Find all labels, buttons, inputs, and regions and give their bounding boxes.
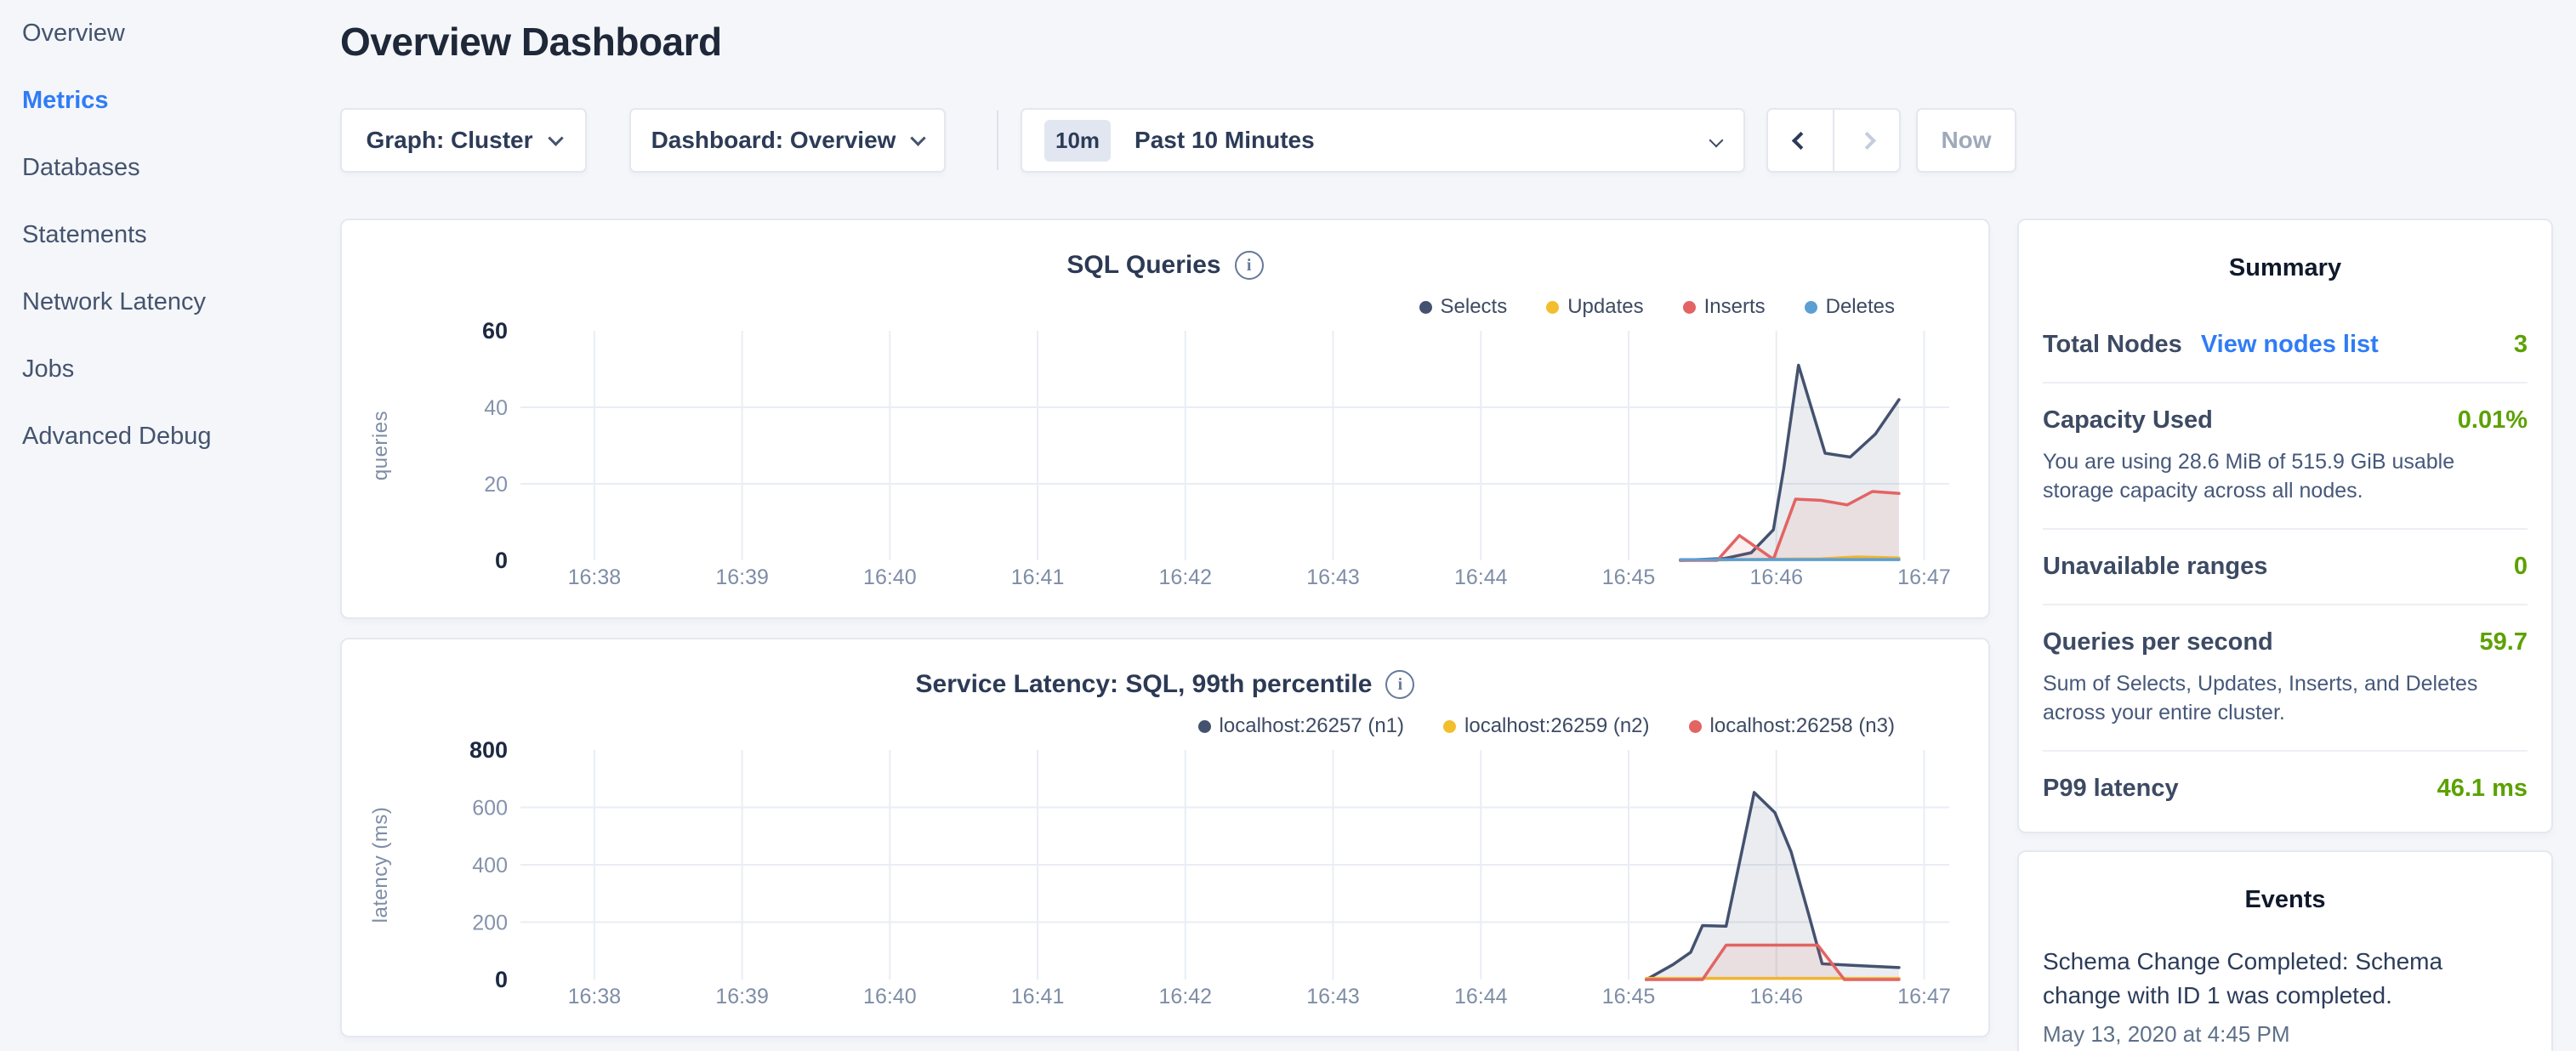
summary-row-value: 0.01%	[2458, 406, 2528, 435]
sidebar-item-advanced-debug[interactable]: Advanced Debug	[0, 403, 340, 470]
graph-scope-dropdown-label: Graph: Cluster	[366, 127, 532, 154]
svg-text:60: 60	[482, 318, 508, 344]
time-pager	[1766, 108, 1901, 173]
svg-text:16:46: 16:46	[1749, 565, 1803, 589]
summary-panel: Summary Total Nodes View nodes list 3 Ca…	[2017, 219, 2553, 833]
svg-text:40: 40	[484, 396, 508, 420]
chevron-right-icon	[1857, 131, 1875, 149]
info-icon[interactable]: i	[1385, 670, 1414, 699]
chart-title: SQL Queries	[1066, 251, 1220, 280]
page-title: Overview Dashboard	[340, 19, 722, 65]
event-item: Schema Change Completed: Schema change w…	[2019, 914, 2551, 1048]
summary-row-label: Queries per second	[2043, 628, 2273, 656]
svg-text:16:47: 16:47	[1897, 565, 1951, 589]
summary-row-capacity-used: Capacity Used 0.01% You are using 28.6 M…	[2043, 383, 2528, 530]
summary-row-label: Capacity Used	[2043, 406, 2213, 435]
svg-text:16:42: 16:42	[1159, 565, 1213, 589]
graph-scope-dropdown[interactable]: Graph: Cluster	[340, 108, 587, 173]
events-panel-title: Events	[2019, 852, 2551, 914]
info-icon[interactable]: i	[1235, 251, 1264, 280]
svg-text:16:43: 16:43	[1306, 565, 1360, 589]
chevron-left-icon	[1791, 131, 1809, 149]
summary-row-value: 3	[2514, 331, 2528, 359]
next-time-button[interactable]	[1833, 110, 1899, 171]
svg-text:0: 0	[495, 548, 508, 573]
summary-row-total-nodes: Total Nodes View nodes list 3	[2043, 308, 2528, 383]
summary-row-label: P99 latency	[2043, 775, 2179, 803]
svg-text:600: 600	[472, 797, 508, 821]
sidebar-item-network-latency[interactable]: Network Latency	[0, 269, 340, 336]
svg-text:16:45: 16:45	[1602, 565, 1656, 589]
svg-text:16:44: 16:44	[1454, 985, 1508, 1008]
overview-dashboard-page: Overview Metrics Databases Statements Ne…	[0, 0, 2576, 1051]
summary-row-description: You are using 28.6 MiB of 515.9 GiB usab…	[2043, 448, 2528, 505]
summary-row-queries-per-second: Queries per second 59.7 Sum of Selects, …	[2043, 605, 2528, 752]
sql-queries-chart-card: SQL Queries i SelectsUpdatesInsertsDelet…	[340, 219, 1990, 619]
summary-row-value: 59.7	[2480, 628, 2528, 656]
sidebar-item-jobs[interactable]: Jobs	[0, 336, 340, 403]
chevron-down-icon	[1709, 134, 1724, 148]
svg-text:16:40: 16:40	[863, 985, 917, 1008]
sidebar: Overview Metrics Databases Statements Ne…	[0, 0, 340, 1051]
svg-text:16:38: 16:38	[568, 985, 622, 1008]
service-latency-chart-card: Service Latency: SQL, 99th percentile i …	[340, 638, 1990, 1037]
now-button[interactable]: Now	[1916, 108, 2016, 173]
svg-text:16:39: 16:39	[715, 985, 769, 1008]
dashboard-dropdown-label: Dashboard: Overview	[651, 127, 896, 154]
svg-text:0: 0	[495, 967, 508, 992]
svg-text:16:42: 16:42	[1159, 985, 1213, 1008]
view-nodes-list-link[interactable]: View nodes list	[2201, 331, 2379, 359]
time-range-label: Past 10 Minutes	[1134, 127, 1315, 154]
sidebar-item-overview[interactable]: Overview	[0, 0, 340, 67]
svg-text:20: 20	[484, 473, 508, 497]
prev-time-button[interactable]	[1768, 110, 1833, 171]
svg-text:16:47: 16:47	[1897, 985, 1951, 1008]
svg-text:16:38: 16:38	[568, 565, 622, 589]
summary-row-label: Unavailable ranges	[2043, 553, 2267, 581]
time-range-badge: 10m	[1044, 120, 1111, 162]
svg-text:16:46: 16:46	[1749, 985, 1803, 1008]
summary-row-value: 0	[2514, 553, 2528, 581]
sql-queries-chart[interactable]: 16:38 16:39 16:40 16:41 16:42 16:43 16:44 16:45…	[342, 312, 1992, 611]
summary-row-description: Sum of Selects, Updates, Inserts, and De…	[2043, 670, 2528, 727]
sidebar-item-statements[interactable]: Statements	[0, 202, 340, 269]
svg-text:16:40: 16:40	[863, 565, 917, 589]
summary-row-value: 46.1 ms	[2437, 775, 2528, 803]
summary-row-p99-latency: P99 latency 46.1 ms	[2043, 752, 2528, 826]
svg-text:16:41: 16:41	[1011, 565, 1065, 589]
svg-text:16:41: 16:41	[1011, 985, 1065, 1008]
toolbar-divider	[997, 111, 998, 170]
summary-panel-title: Summary	[2019, 220, 2551, 282]
svg-text:16:45: 16:45	[1602, 985, 1656, 1008]
svg-text:800: 800	[469, 737, 508, 763]
now-button-label: Now	[1941, 127, 1991, 154]
chart-title: Service Latency: SQL, 99th percentile	[916, 670, 1373, 699]
svg-text:16:44: 16:44	[1454, 565, 1508, 589]
sidebar-item-databases[interactable]: Databases	[0, 134, 340, 202]
chevron-down-icon	[911, 130, 926, 145]
svg-text:16:43: 16:43	[1306, 985, 1360, 1008]
time-range-dropdown[interactable]: 10m Past 10 Minutes	[1021, 108, 1745, 173]
service-latency-chart[interactable]: 16:38 16:39 16:40 16:41 16:42 16:43 16:44 16:45…	[342, 731, 1992, 1031]
summary-row-unavailable-ranges: Unavailable ranges 0	[2043, 530, 2528, 605]
chevron-down-icon	[548, 130, 563, 145]
summary-row-label: Total Nodes	[2043, 331, 2182, 359]
svg-text:200: 200	[472, 912, 508, 935]
svg-text:16:39: 16:39	[715, 565, 769, 589]
sidebar-item-metrics[interactable]: Metrics	[0, 67, 340, 134]
event-text: Schema Change Completed: Schema change w…	[2043, 945, 2449, 1013]
dashboard-dropdown[interactable]: Dashboard: Overview	[629, 108, 946, 173]
event-timestamp: May 13, 2020 at 4:45 PM	[2043, 1021, 2528, 1048]
svg-text:400: 400	[472, 854, 508, 878]
events-panel: Events Schema Change Completed: Schema c…	[2017, 850, 2553, 1051]
